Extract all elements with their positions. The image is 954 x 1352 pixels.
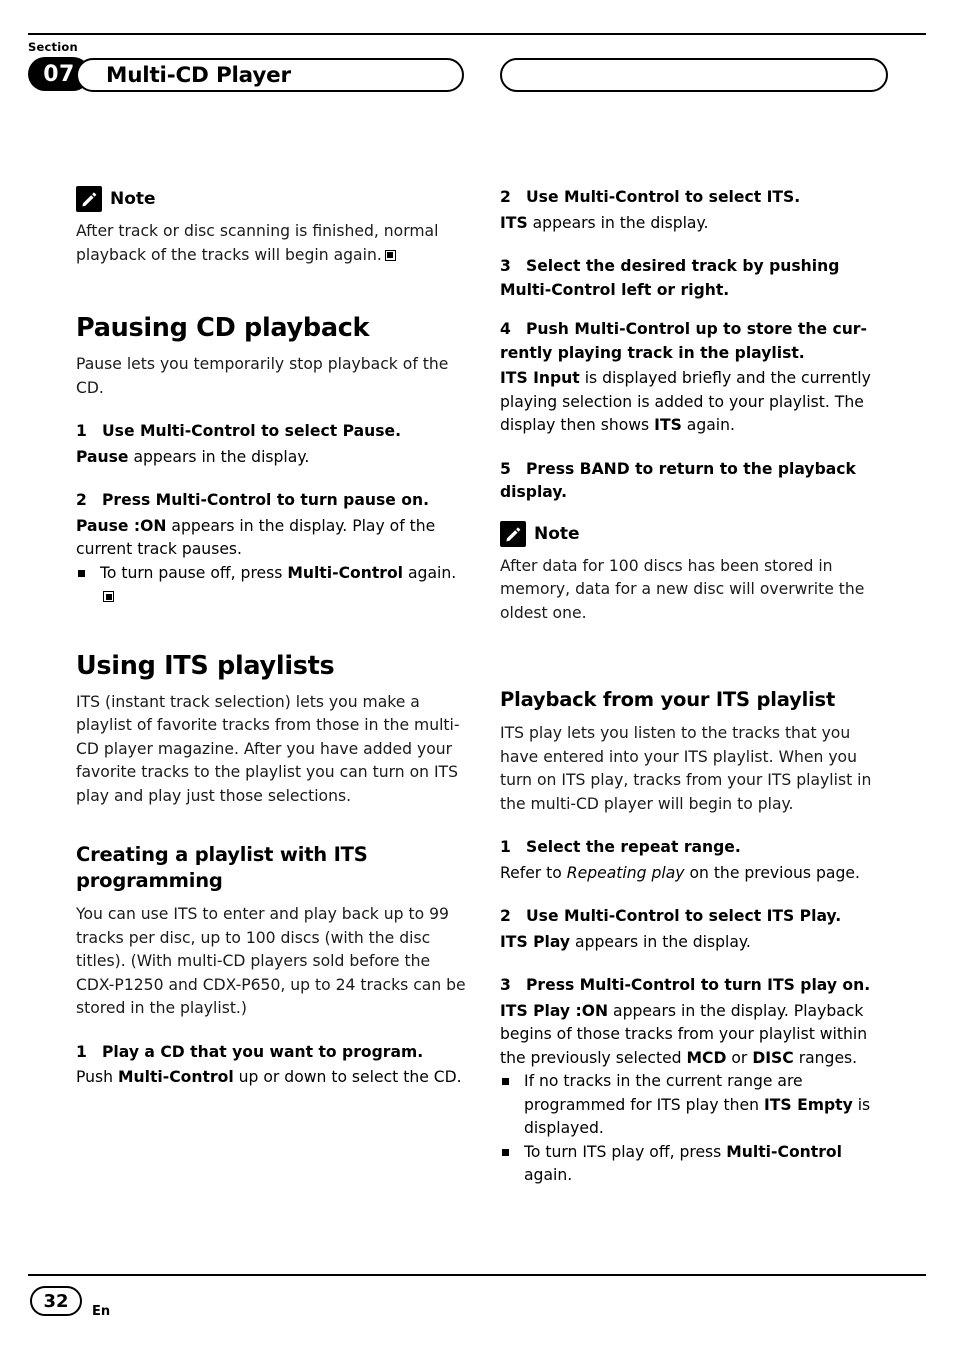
footer-rule (28, 1274, 926, 1276)
r-step-3-title: 3 Select the desired track by pushing Mult… (500, 257, 840, 299)
heading-pausing-cd-playback: Pausing CD playback (76, 313, 370, 343)
note-heading-2: Note (500, 520, 890, 547)
subheading-playback-from-playlist: Playback from your ITS playlist (500, 688, 836, 711)
pb-step-2-body: ITS Play appears in the display. (500, 932, 751, 951)
step-2-bullet: To turn pause off, press Multi-Control a… (76, 562, 466, 609)
note-label-1: Note (110, 189, 156, 209)
end-mark (103, 591, 114, 602)
pb-step-3-title: 3 Press Multi-Control to turn ITS play on… (500, 976, 871, 994)
page-number-badge: 32 (30, 1286, 82, 1316)
its-intro: ITS (instant track selection) lets you m… (76, 692, 460, 805)
r-step-4-body: ITS Input is displayed briefly and the c… (500, 369, 871, 434)
step-2-title: 2 Press Multi-Control to turn pause on. (76, 491, 429, 509)
subheading-creating-playlist: Creating a playlist with ITS programming (76, 843, 368, 892)
page-footer: 32 En (0, 1262, 954, 1352)
bullet-square-icon (78, 569, 85, 577)
note-heading-1: Note (76, 186, 466, 212)
r-step-5-title: 5 Press BAND to return to the playback dis… (500, 459, 856, 502)
bullet-square-icon (502, 1148, 509, 1156)
playback-intro: ITS play lets you listen to the tracks t… (500, 724, 872, 813)
pb-step-3-body: ITS Play :ON appears in the display. Pla… (500, 1001, 868, 1067)
heading-using-its-playlists: Using ITS playlists (76, 650, 335, 681)
r-step-4-title: 4 Push Multi-Control up to store the cur-… (500, 320, 867, 362)
pb-step-1-body: Refer to Repeating play on the previous … (500, 863, 860, 882)
pausing-intro: Pause lets you temporarily stop playback… (76, 355, 449, 397)
step-2-body: Pause :ON appears in the display. Play o… (76, 516, 436, 559)
pb-step-1-title: 1 Select the repeat range. (500, 838, 741, 856)
step-1-body: Pause appears in the display. (76, 447, 310, 466)
end-mark (384, 249, 396, 261)
creating-step-1-body: Push Multi-Control up or down to select … (76, 1068, 462, 1086)
note-text-2: After data for 100 discs has been stored… (500, 556, 865, 622)
pencil-note-icon (76, 186, 102, 212)
bullet-square-icon (502, 1078, 509, 1085)
pencil-note-icon (500, 520, 526, 547)
note-text-1: After track or disc scanning is finished… (76, 222, 439, 264)
step-1-title: 1 Use Multi-Control to select Pause. (76, 422, 401, 440)
page-header: Section 07 Multi-CD Player (0, 0, 954, 112)
note-label-2: Note (534, 523, 580, 544)
pb-step-2-title: 2 Use Multi-Control to select ITS Play. (500, 907, 842, 925)
language-code: En (92, 1304, 111, 1319)
r-step-2-body: ITS appears in the display. (500, 213, 709, 232)
chapter-title-pill-right (500, 58, 888, 92)
pb-bullet-2: To turn ITS play off, press Multi-Contro… (500, 1141, 890, 1188)
left-column: Note After track or disc scanning is fin… (76, 186, 466, 1110)
right-column: 2 Use Multi-Control to select ITS. ITS ap… (500, 186, 890, 1188)
r-step-2-title: 2 Use Multi-Control to select ITS. (500, 188, 801, 206)
chapter-title: Multi-CD Player (106, 63, 291, 88)
manual-page: Section 07 Multi-CD Player Note After tr… (0, 0, 954, 1352)
pb-bullet-1: If no tracks in the current range are pr… (500, 1070, 890, 1141)
creating-step-1-title: 1 Play a CD that you want to program. (76, 1042, 424, 1061)
creating-intro: You can use ITS to enter and play back u… (76, 905, 466, 1017)
section-label: Section (28, 40, 78, 54)
header-rule (28, 33, 926, 35)
